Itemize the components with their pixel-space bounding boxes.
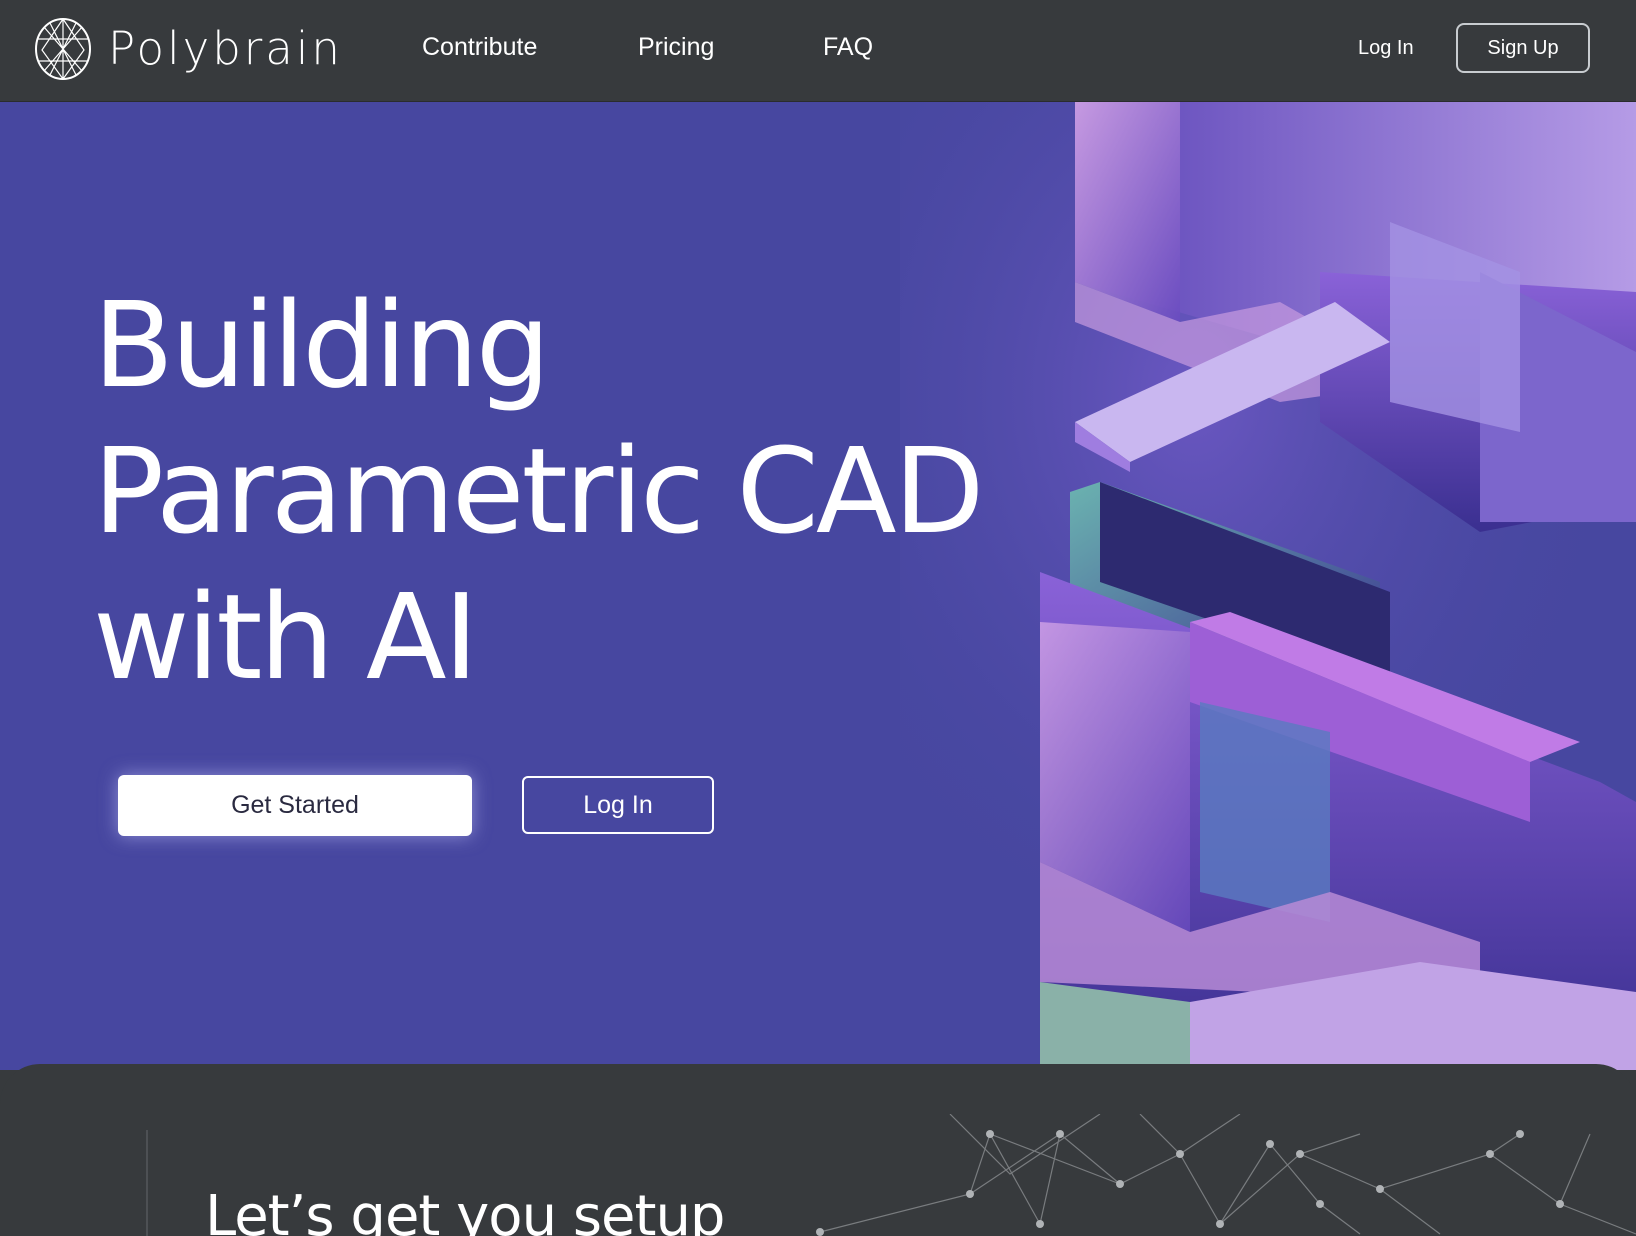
nav-faq[interactable]: FAQ	[823, 33, 873, 62]
signup-button[interactable]: Sign Up	[1456, 23, 1590, 73]
nav-contribute[interactable]: Contribute	[422, 33, 537, 62]
top-nav: Polybrain Contribute Pricing FAQ Log In …	[0, 0, 1636, 102]
section-divider	[146, 1130, 148, 1236]
hero-3d-blocks-image	[900, 102, 1636, 1070]
brain-globe-icon[interactable]	[34, 17, 92, 81]
hero-section: Building Parametric CAD with AI Get Star…	[0, 102, 1636, 1070]
hero-headline: Building Parametric CAD with AI	[93, 272, 984, 710]
headline-line-1: Building	[93, 276, 551, 414]
network-graph-decoration	[816, 1114, 1636, 1236]
nav-login-link[interactable]: Log In	[1358, 37, 1414, 60]
setup-section: Let’s get you setup	[0, 1064, 1636, 1236]
headline-line-3: with AI	[93, 568, 478, 706]
brand-name[interactable]: Polybrain	[108, 22, 343, 75]
hero-login-button[interactable]: Log In	[522, 776, 714, 834]
setup-title: Let’s get you setup	[205, 1184, 725, 1236]
get-started-button[interactable]: Get Started	[118, 775, 472, 836]
headline-line-2: Parametric CAD	[93, 422, 984, 560]
nav-pricing[interactable]: Pricing	[638, 33, 714, 62]
